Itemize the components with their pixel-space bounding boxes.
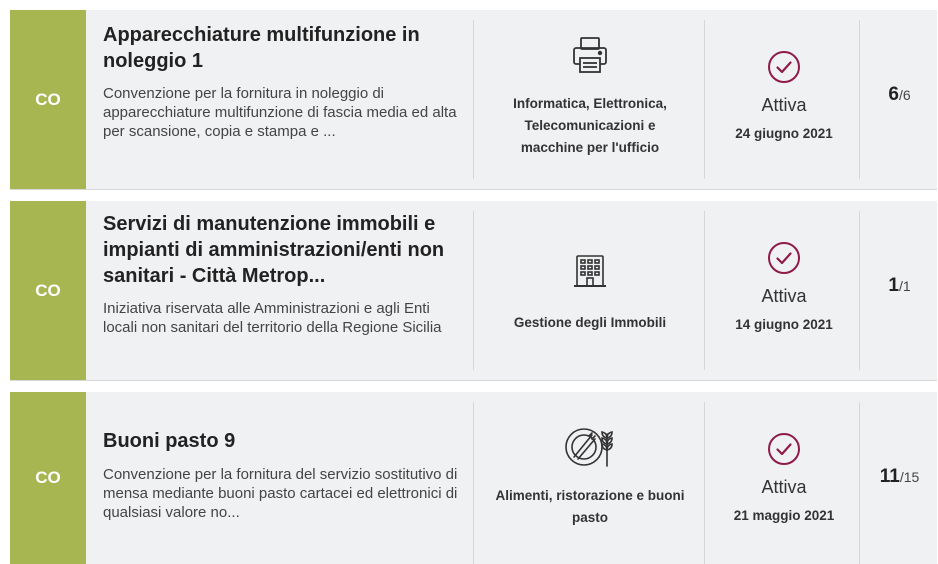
check-circle-icon xyxy=(767,432,801,471)
status: Attiva 21 maggio 2021 xyxy=(708,432,860,523)
divider xyxy=(473,402,474,564)
count-value: 11 xyxy=(879,466,900,487)
status: Attiva 24 giugno 2021 xyxy=(708,50,860,141)
status-date: 24 giugno 2021 xyxy=(735,126,833,141)
status-label: Attiva xyxy=(761,95,807,115)
building-icon xyxy=(572,253,608,298)
lot-count: 6/6 xyxy=(862,84,937,106)
initiative-card[interactable]: CO Apparecchiature multifunzione in nole… xyxy=(10,10,937,190)
type-badge: CO xyxy=(10,392,86,564)
divider xyxy=(704,211,705,370)
card-description: Convenzione per la fornitura del servizi… xyxy=(103,466,458,521)
count-total: /6 xyxy=(898,87,911,103)
card-description: Convenzione per la fornitura in noleggio… xyxy=(103,85,457,140)
card-title[interactable]: Servizi di manutenzione immobili e impia… xyxy=(103,211,461,289)
status-label: Attiva xyxy=(761,477,807,497)
count-value: 1 xyxy=(888,275,899,296)
type-badge: CO xyxy=(10,10,86,189)
initiative-card[interactable]: CO Buoni pasto 9 Convenzione per la forn… xyxy=(10,392,937,564)
card-title[interactable]: Apparecchiature multifunzione in noleggi… xyxy=(103,22,461,74)
card-info: Buoni pasto 9 Convenzione per la fornitu… xyxy=(103,428,461,522)
category-label: Informatica, Elettronica, Telecomunicazi… xyxy=(513,96,667,155)
status-date: 14 giugno 2021 xyxy=(735,317,833,332)
card-info: Apparecchiature multifunzione in noleggi… xyxy=(103,22,461,141)
divider xyxy=(704,20,705,179)
status: Attiva 14 giugno 2021 xyxy=(708,241,860,332)
divider xyxy=(473,211,474,370)
count-total: /15 xyxy=(899,469,920,485)
lot-count: 11/15 xyxy=(862,466,937,488)
category: Gestione degli Immobili xyxy=(475,253,705,334)
category: Informatica, Elettronica, Telecomunicazi… xyxy=(475,36,705,159)
check-circle-icon xyxy=(767,50,801,89)
divider xyxy=(473,20,474,179)
initiative-card[interactable]: CO Servizi di manutenzione immobili e im… xyxy=(10,201,937,381)
category-label: Alimenti, ristorazione e buoni pasto xyxy=(495,488,685,525)
category-label: Gestione degli Immobili xyxy=(513,315,667,330)
status-date: 21 maggio 2021 xyxy=(733,508,835,523)
count-total: /1 xyxy=(898,278,911,294)
divider xyxy=(859,402,860,564)
check-circle-icon xyxy=(767,241,801,280)
divider xyxy=(859,20,860,179)
card-description: Iniziativa riservata alle Amministrazion… xyxy=(103,300,442,336)
category: Alimenti, ristorazione e buoni pasto xyxy=(475,426,705,529)
food-plate-icon xyxy=(564,426,616,475)
divider xyxy=(704,402,705,564)
count-value: 6 xyxy=(888,84,899,105)
type-badge: CO xyxy=(10,201,86,380)
printer-icon xyxy=(572,36,608,81)
card-info: Servizi di manutenzione immobili e impia… xyxy=(103,211,461,337)
card-title[interactable]: Buoni pasto 9 xyxy=(103,428,461,454)
lot-count: 1/1 xyxy=(862,275,937,297)
status-label: Attiva xyxy=(761,286,807,306)
divider xyxy=(859,211,860,370)
